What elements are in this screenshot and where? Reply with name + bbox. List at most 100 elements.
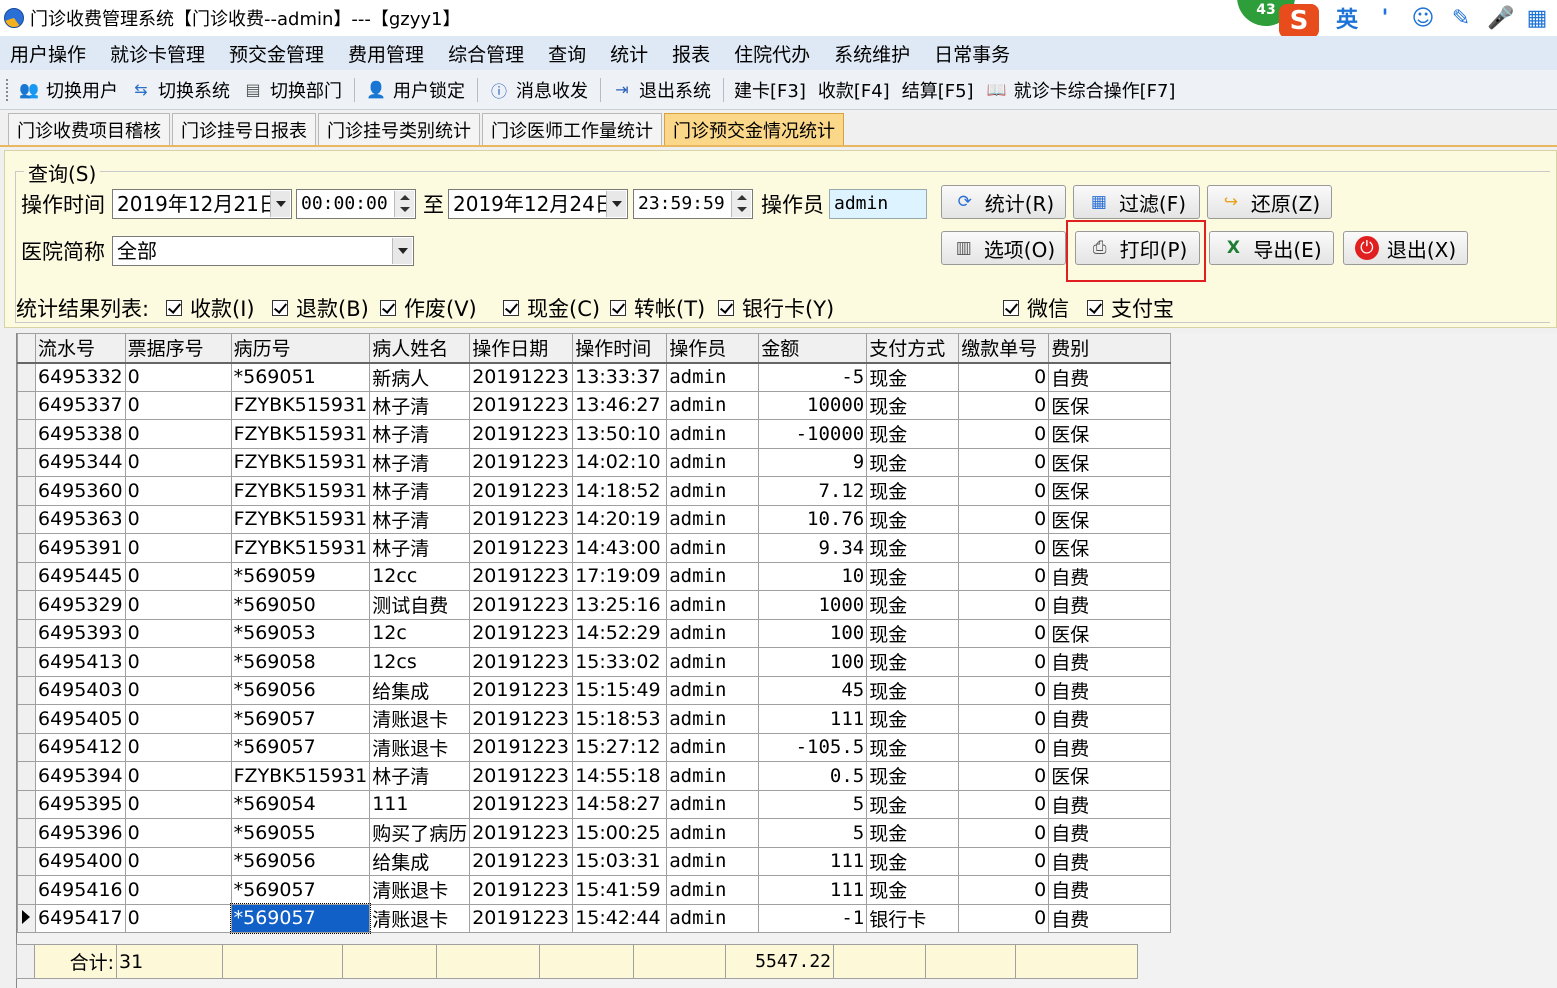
menu-daily-affairs[interactable]: 日常事务 (934, 40, 1010, 67)
row-indicator[interactable] (17, 504, 36, 534)
col-fee-type-cell[interactable]: 自费 (1048, 362, 1172, 392)
checkbox-bank-card[interactable]: 银行卡(Y) (718, 293, 834, 323)
col-amount-cell[interactable]: 100 (758, 647, 868, 677)
row-indicator[interactable] (17, 818, 36, 848)
col-pay-method-cell[interactable]: 现金 (866, 447, 960, 477)
col-op-date-cell[interactable]: 20191223 (469, 447, 574, 477)
table-row[interactable]: 6495363 0 FZYBK515931 林子清 20191223 14:20:19 ad… (17, 504, 1172, 534)
col-payment-slip-cell[interactable]: 0 (958, 419, 1050, 449)
tab-registration-type-stats[interactable]: 门诊挂号类别统计 (318, 113, 480, 145)
col-payment-slip-cell[interactable]: 0 (958, 618, 1050, 648)
col-operator-cell[interactable]: admin (666, 761, 760, 791)
col-operator-cell[interactable]: admin (666, 647, 760, 677)
col-payment-slip-cell[interactable]: 0 (958, 675, 1050, 705)
col-record-no-cell[interactable]: FZYBK515931 (230, 476, 371, 506)
col-fee-type-cell[interactable]: 自费 (1048, 561, 1172, 591)
exit-system-button[interactable]: ⇥ 退出系统 (611, 77, 711, 103)
col-payment-slip-cell[interactable]: 0 (958, 362, 1050, 392)
col-op-date-cell[interactable]: 20191223 (469, 647, 574, 677)
col-fee-type-cell[interactable]: 自费 (1048, 675, 1172, 705)
chevron-down-icon[interactable] (270, 191, 290, 217)
col-amount-cell[interactable]: 5 (758, 789, 868, 819)
col-payment-slip-cell[interactable]: 0 (958, 761, 1050, 791)
col-payment-slip-cell[interactable]: 0 (958, 846, 1050, 876)
col-op-time-cell[interactable]: 14:58:27 (572, 789, 668, 819)
table-row[interactable]: 6495332 0 *569051 新病人 20191223 13:33:37 admin -… (17, 362, 1172, 392)
col-operator-cell[interactable]: admin (666, 903, 760, 933)
checkbox-alipay[interactable]: 支付宝 (1087, 293, 1174, 323)
col-amount-cell[interactable]: 10 (758, 561, 868, 591)
col-amount-cell[interactable]: 100 (758, 618, 868, 648)
col-operator-cell[interactable]: admin (666, 675, 760, 705)
col-fee-type-cell[interactable]: 医保 (1048, 447, 1172, 477)
tab-doctor-workload[interactable]: 门诊医师工作量统计 (482, 113, 662, 145)
col-serial-no-cell[interactable]: 6495416 (35, 875, 126, 905)
col-payment-slip-cell[interactable]: 0 (958, 590, 1050, 620)
col-receipt-no-cell[interactable]: 0 (124, 875, 232, 905)
col-payment-slip-cell[interactable]: 0 (958, 818, 1050, 848)
col-receipt-no-header[interactable]: 票据序号 (124, 333, 232, 364)
col-record-no-cell[interactable]: *569057 (230, 732, 371, 762)
table-row[interactable]: 6495400 0 *569056 给集成 20191223 15:03:31 admin 1… (17, 846, 1172, 876)
col-pay-method-cell[interactable]: 现金 (866, 419, 960, 449)
table-row[interactable]: 6495396 0 *569055 购买了病历 20191223 15:00:25 admi… (17, 818, 1172, 848)
col-pay-method-cell[interactable]: 现金 (866, 561, 960, 591)
table-row[interactable]: 6495416 0 *569057 清账退卡 20191223 15:41:59 admin… (17, 875, 1172, 905)
col-op-date-cell[interactable]: 20191223 (469, 618, 574, 648)
col-payment-slip-cell[interactable]: 0 (958, 447, 1050, 477)
col-operator-cell[interactable]: admin (666, 504, 760, 534)
col-amount-cell[interactable]: -5 (758, 362, 868, 392)
col-patient-name-cell[interactable]: 测试自费 (369, 590, 471, 620)
col-serial-no-cell[interactable]: 6495395 (35, 789, 126, 819)
menu-card-mgmt[interactable]: 就诊卡管理 (110, 40, 205, 67)
switch-user-button[interactable]: 👥 切换用户 (18, 77, 118, 103)
operator-field[interactable]: admin (829, 189, 927, 219)
col-serial-no-cell[interactable]: 6495403 (35, 675, 126, 705)
col-serial-no-cell[interactable]: 6495338 (35, 419, 126, 449)
checkbox-wechat[interactable]: 微信 (1003, 293, 1069, 323)
col-op-date-cell[interactable]: 20191223 (469, 362, 574, 392)
col-op-time-cell[interactable]: 13:50:10 (572, 419, 668, 449)
col-op-time-cell[interactable]: 15:27:12 (572, 732, 668, 762)
table-row[interactable]: 6495417 0 *569057 清账退卡 20191223 15:42:44 admin… (17, 903, 1172, 934)
col-receipt-no-cell[interactable]: 0 (124, 362, 232, 392)
col-serial-no-cell[interactable]: 6495329 (35, 590, 126, 620)
row-indicator[interactable] (17, 476, 36, 506)
col-op-time-cell[interactable]: 13:25:16 (572, 590, 668, 620)
col-fee-type-cell[interactable]: 医保 (1048, 533, 1172, 563)
col-serial-no-header[interactable]: 流水号 (35, 333, 126, 364)
col-op-time-cell[interactable]: 14:18:52 (572, 476, 668, 506)
menu-query[interactable]: 查询 (548, 40, 586, 67)
col-pay-method-cell[interactable]: 银行卡 (866, 903, 960, 933)
col-fee-type-cell[interactable]: 医保 (1048, 390, 1172, 420)
row-indicator[interactable] (17, 533, 36, 563)
col-amount-cell[interactable]: 9 (758, 447, 868, 477)
col-pay-method-cell[interactable]: 现金 (866, 362, 960, 392)
col-payment-slip-cell[interactable]: 0 (958, 476, 1050, 506)
col-amount-cell[interactable]: 111 (758, 875, 868, 905)
col-amount-cell[interactable]: 7.12 (758, 476, 868, 506)
col-operator-cell[interactable]: admin (666, 818, 760, 848)
col-record-no-cell[interactable]: *569057 (230, 903, 371, 934)
col-op-time-cell[interactable]: 13:33:37 (572, 362, 668, 392)
col-op-date-cell[interactable]: 20191223 (469, 476, 574, 506)
ime-punctuation-icon[interactable]: ' (1373, 6, 1397, 31)
row-indicator[interactable] (17, 362, 36, 392)
table-row[interactable]: 6495403 0 *569056 给集成 20191223 15:15:49 admin 4… (17, 675, 1172, 705)
col-receipt-no-cell[interactable]: 0 (124, 675, 232, 705)
col-serial-no-cell[interactable]: 6495363 (35, 504, 126, 534)
col-receipt-no-cell[interactable]: 0 (124, 390, 232, 420)
card-general-ops-button[interactable]: 📖 就诊卡综合操作[F7] (986, 77, 1176, 103)
col-patient-name-cell[interactable]: 给集成 (369, 675, 471, 705)
col-serial-no-cell[interactable]: 6495405 (35, 704, 126, 734)
filter-button[interactable]: ▦ 过滤(F) (1073, 185, 1200, 219)
col-patient-name-cell[interactable]: 林子清 (369, 533, 471, 563)
row-indicator[interactable] (17, 846, 36, 876)
col-fee-type-cell[interactable]: 自费 (1048, 704, 1172, 734)
col-operator-cell[interactable]: admin (666, 447, 760, 477)
col-patient-name-cell[interactable]: 12cc (369, 561, 471, 591)
col-fee-type-cell[interactable]: 医保 (1048, 761, 1172, 791)
col-patient-name-cell[interactable]: 新病人 (369, 362, 471, 392)
ime-handwrite-icon[interactable]: ✎ (1449, 6, 1473, 31)
spinner-arrows-icon[interactable] (731, 191, 751, 217)
